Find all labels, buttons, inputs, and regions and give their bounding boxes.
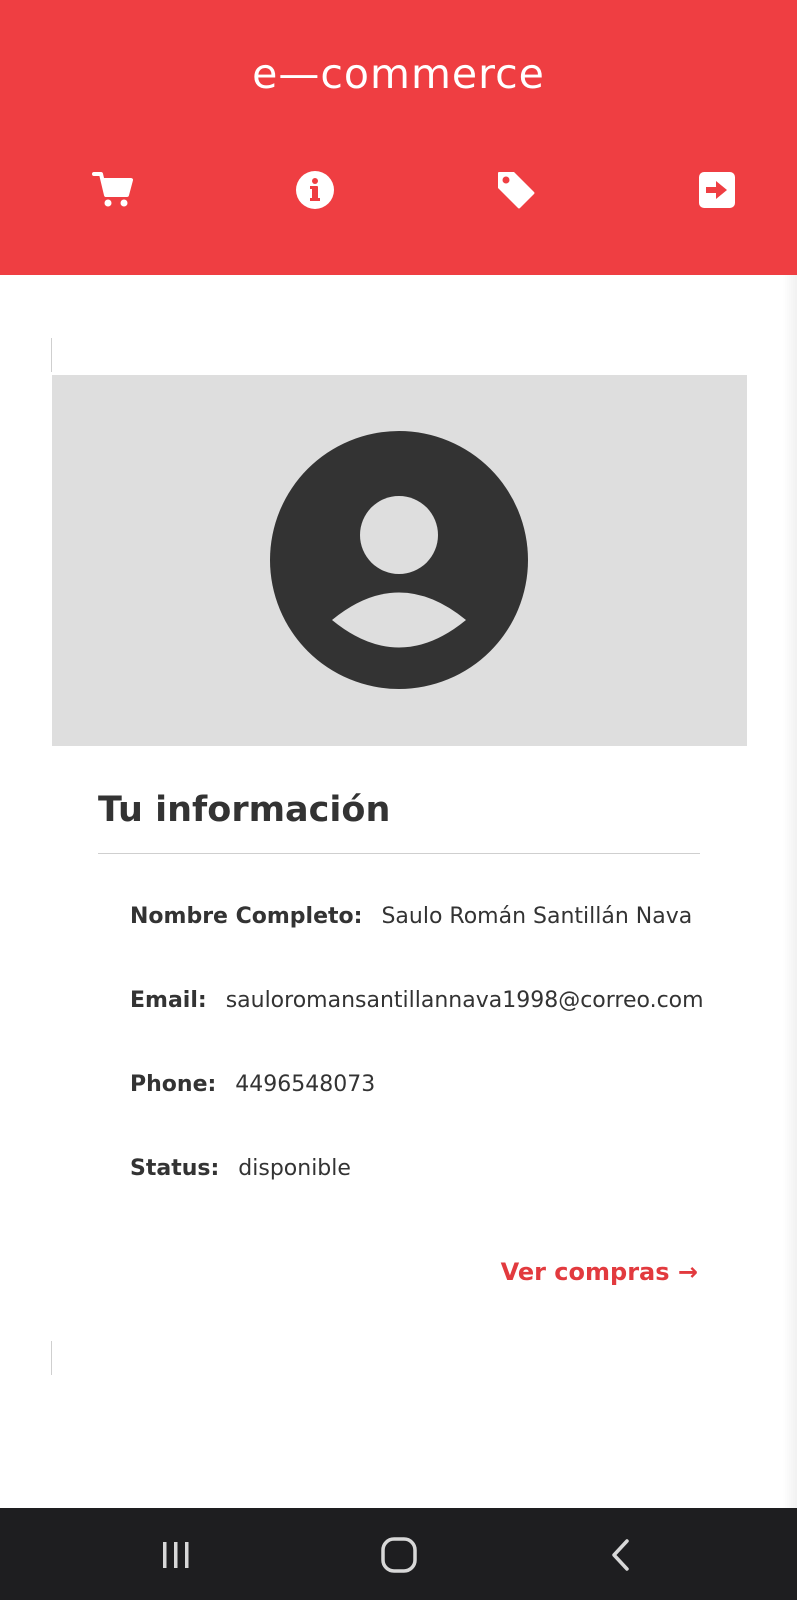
field-label: Phone:	[130, 1072, 217, 1097]
field-value: sauloromansantillannava1998@correo.com	[225, 988, 704, 1013]
section-divider	[98, 853, 700, 854]
info-row-name: Nombre Completo: Saulo Román Santillán N…	[130, 904, 692, 929]
field-label: Email:	[130, 988, 207, 1013]
scroll-edge-shadow	[783, 275, 797, 1508]
card-border-top	[51, 338, 52, 372]
system-nav-bar	[0, 1508, 797, 1600]
info-row-status: Status: disponible	[130, 1156, 351, 1181]
info-row-email: Email: sauloromansantillannava1998@corre…	[130, 988, 704, 1013]
info-icon[interactable]	[293, 168, 337, 212]
field-value: Saulo Román Santillán Nava	[381, 904, 693, 929]
view-purchases-link[interactable]: Ver compras →	[501, 1258, 698, 1286]
tag-icon[interactable]	[494, 168, 538, 212]
field-value: 4496548073	[235, 1072, 376, 1097]
card-border-bottom	[51, 1341, 52, 1375]
logout-icon[interactable]	[695, 168, 739, 212]
field-label: Status:	[130, 1156, 220, 1181]
field-label: Nombre Completo:	[130, 904, 363, 929]
recents-icon[interactable]	[151, 1530, 201, 1580]
info-row-phone: Phone: 4496548073	[130, 1072, 375, 1097]
back-icon[interactable]	[597, 1530, 647, 1580]
user-avatar-icon	[269, 430, 529, 694]
home-icon[interactable]	[374, 1530, 424, 1580]
avatar-container	[52, 375, 747, 746]
field-value: disponible	[238, 1156, 351, 1181]
app-header: e—commerce	[0, 0, 797, 275]
app-title: e—commerce	[252, 50, 545, 98]
cart-icon[interactable]	[91, 168, 135, 212]
section-title: Tu información	[98, 790, 391, 830]
